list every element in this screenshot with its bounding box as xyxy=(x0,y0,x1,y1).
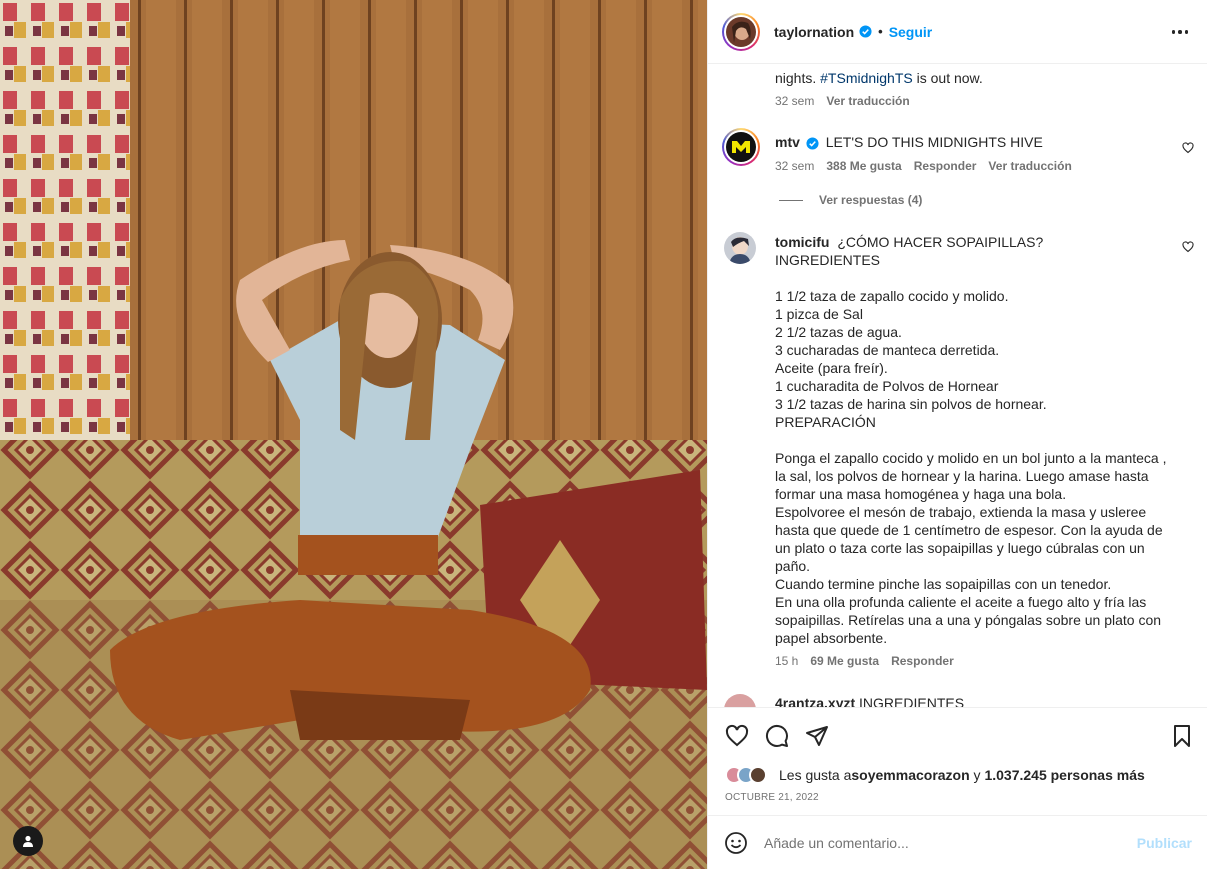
comment-line xyxy=(775,269,1185,287)
comment-line: sopaipillas. Retírelas una a una y pónga… xyxy=(775,612,1162,628)
comment-line: formar una masa homogénea y haga una bol… xyxy=(775,486,1067,502)
caption-translate-button[interactable]: Ver traducción xyxy=(826,94,909,108)
comment-line xyxy=(775,431,1185,449)
photo-illustration xyxy=(0,0,707,869)
comment-line: Cuando termine pinche las sopaipillas co… xyxy=(775,576,1112,592)
comment-mtv: mtv LET'S DO THIS MIDNIGHTS HIVE 32 sem … xyxy=(775,133,1175,173)
mtv-logo xyxy=(726,132,756,162)
translate-button[interactable]: Ver traducción xyxy=(988,159,1071,173)
liker-username[interactable]: soyemmacorazon xyxy=(851,767,969,783)
comment-username[interactable]: tomicifu xyxy=(775,234,829,250)
comment-time[interactable]: 32 sem xyxy=(775,159,814,173)
reply-button[interactable]: Responder xyxy=(891,654,954,668)
post-username[interactable]: taylornation xyxy=(774,24,854,40)
comment-avatar-tomicifu[interactable] xyxy=(724,232,756,264)
post-header: taylornation • Seguir xyxy=(708,0,1207,64)
comment-likes[interactable]: 69 Me gusta xyxy=(810,654,879,668)
user-icon xyxy=(23,835,33,847)
replies-line xyxy=(779,199,803,201)
comment-username[interactable]: 4rantza.xyzt xyxy=(775,695,855,707)
tagged-user-button[interactable] xyxy=(13,826,43,856)
view-replies[interactable]: Ver respuestas (4) xyxy=(779,193,922,207)
reply-button[interactable]: Responder xyxy=(914,159,977,173)
post-date[interactable]: OCTUBRE 21, 2022 xyxy=(725,792,819,803)
comment-line: 3 1/2 tazas de harina sin polvos de horn… xyxy=(775,396,1047,412)
publish-button[interactable]: Publicar xyxy=(1137,835,1192,851)
like-heart-icon[interactable] xyxy=(725,724,749,748)
avatar[interactable] xyxy=(722,12,760,51)
comment-line: 1 pizca de Sal xyxy=(775,306,863,322)
like-comment-heart-icon[interactable] xyxy=(1182,142,1194,154)
add-comment-bar: Publicar xyxy=(708,815,1207,869)
caption: nights. #TSmidnighTS is out now. 32 sem … xyxy=(775,69,1185,108)
likes-count[interactable]: 1.037.245 personas más xyxy=(984,767,1144,783)
follow-button[interactable]: Seguir xyxy=(889,24,933,40)
comment-line: papel absorbente. xyxy=(775,630,888,646)
comment-line: PREPARACIÓN xyxy=(775,414,876,430)
likes-prefix: Les gusta a xyxy=(779,767,852,783)
comment-text: LET'S DO THIS MIDNIGHTS HIVE xyxy=(825,134,1043,150)
likes-middle: y xyxy=(969,767,985,783)
comment-line: En una olla profunda caliente el aceite … xyxy=(775,594,1147,610)
profile-picture xyxy=(724,232,756,264)
comment-input[interactable] xyxy=(764,834,1124,851)
comment-time[interactable]: 15 h xyxy=(775,654,798,668)
hashtag-link[interactable]: #TSmidnighTS xyxy=(820,70,913,86)
profile-picture xyxy=(726,16,756,47)
comment-likes[interactable]: 388 Me gusta xyxy=(826,159,901,173)
comment-line: la sal, los polvos de hornear y la harin… xyxy=(775,468,1149,484)
caption-time[interactable]: 32 sem xyxy=(775,94,814,108)
comment-line: un plato o taza corte las sopaipillas y … xyxy=(775,540,1145,556)
comment-4rantza: 4rantza.xyzt INGREDIENTES xyxy=(775,694,964,707)
comment-line: 1 1/2 taza de zapallo cocido y molido. xyxy=(775,288,1009,304)
more-options-icon[interactable] xyxy=(1170,22,1190,42)
comment-line: Espolvoree el mesón de trabajo, extienda… xyxy=(775,504,1147,520)
caption-text: nights. #TSmidnighTS is out now. xyxy=(775,70,983,86)
like-comment-heart-icon[interactable] xyxy=(1182,241,1194,253)
comment-line: Aceite (para freír). xyxy=(775,360,888,376)
separator-dot: • xyxy=(878,24,883,39)
comment-bubble-icon[interactable] xyxy=(765,724,789,748)
liker-avatar xyxy=(749,766,767,784)
comment-line: 3 cucharadas de manteca derretida. xyxy=(775,342,1000,358)
post-side-panel: taylornation • Seguir nights. #TSmidnigh… xyxy=(707,0,1207,869)
comment-line: paño. xyxy=(775,558,811,574)
post-actions: Les gusta a soyemmacorazon y 1.037.245 p… xyxy=(708,707,1207,815)
comment-text: INGREDIENTES xyxy=(859,695,965,707)
comment-avatar-mtv[interactable] xyxy=(722,128,760,166)
verified-badge-icon xyxy=(859,25,872,38)
save-bookmark-icon[interactable] xyxy=(1170,724,1194,748)
verified-badge-icon xyxy=(806,137,819,150)
comments-list[interactable]: nights. #TSmidnighTS is out now. 32 sem … xyxy=(708,64,1207,707)
comment-line: Ponga el zapallo cocido y molido en un b… xyxy=(775,450,1167,466)
comment-username[interactable]: mtv xyxy=(775,134,800,150)
comment-line: INGREDIENTES xyxy=(775,252,881,268)
post-photo[interactable] xyxy=(0,0,707,869)
comment-line: 1 cucharadita de Polvos de Hornear xyxy=(775,378,999,394)
comment-line: hasta que quede de 1 centímetro de espes… xyxy=(775,522,1163,538)
view-replies-button[interactable]: Ver respuestas (4) xyxy=(819,193,922,207)
comment-text: tomicifu ¿CÓMO HACER SOPAIPILLAS? INGREDI… xyxy=(775,233,1185,647)
comment-avatar-4rantza[interactable] xyxy=(724,694,756,707)
emoji-icon[interactable] xyxy=(724,831,748,855)
comment-tomicifu: tomicifu ¿CÓMO HACER SOPAIPILLAS? INGREDI… xyxy=(775,233,1185,668)
comment-line: ¿CÓMO HACER SOPAIPILLAS? xyxy=(837,234,1044,250)
comment-line: 2 1/2 tazas de agua. xyxy=(775,324,902,340)
share-send-icon[interactable] xyxy=(805,724,829,748)
likes-summary[interactable]: Les gusta a soyemmacorazon y 1.037.245 p… xyxy=(725,766,1145,784)
